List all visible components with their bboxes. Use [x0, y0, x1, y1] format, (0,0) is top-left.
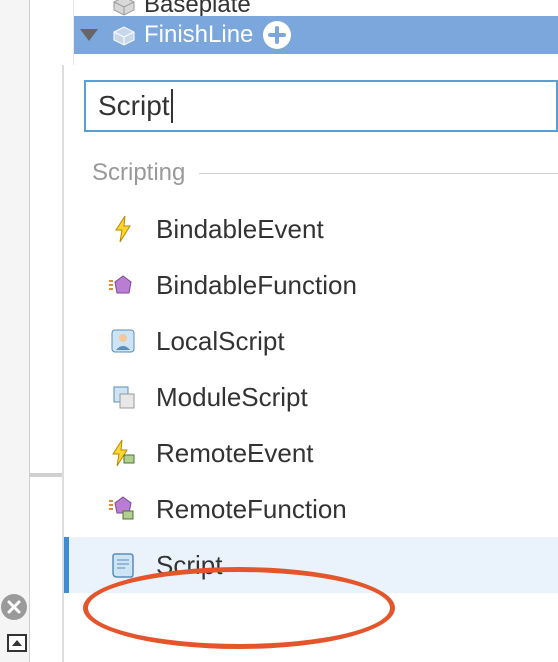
insert-object-popup: Script Scripting BindableEvent BindableF… [62, 65, 558, 662]
person-icon [108, 326, 138, 356]
remote-gem-icon [108, 494, 138, 524]
item-bindableevent[interactable]: BindableEvent [64, 201, 558, 257]
part-icon [112, 25, 136, 45]
item-label: BindableFunction [156, 270, 357, 301]
lightning-icon [108, 214, 138, 244]
item-label: LocalScript [156, 326, 285, 357]
tree-item-finishline[interactable]: FinishLine [74, 16, 558, 54]
item-remoteevent[interactable]: RemoteEvent [64, 425, 558, 481]
item-bindablefunction[interactable]: BindableFunction [64, 257, 558, 313]
text-cursor [171, 89, 173, 123]
close-icon[interactable] [1, 594, 27, 620]
item-label: Script [156, 550, 222, 581]
gem-icon [108, 270, 138, 300]
item-label: BindableEvent [156, 214, 324, 245]
category-header: Scripting [64, 147, 558, 201]
item-modulescript[interactable]: ModuleScript [64, 369, 558, 425]
item-label: RemoteEvent [156, 438, 314, 469]
part-icon [112, 0, 136, 15]
add-child-button[interactable] [263, 21, 291, 49]
module-icon [108, 382, 138, 412]
item-localscript[interactable]: LocalScript [64, 313, 558, 369]
tree-item-label: FinishLine [144, 21, 253, 49]
item-script[interactable]: Script [64, 537, 558, 593]
search-value: Script [98, 90, 170, 122]
script-icon [108, 550, 138, 580]
collapse-up-icon[interactable] [7, 634, 27, 652]
item-label: RemoteFunction [156, 494, 347, 525]
remote-lightning-icon [108, 438, 138, 468]
item-label: ModuleScript [156, 382, 308, 413]
divider-line [199, 173, 558, 174]
item-remotefunction[interactable]: RemoteFunction [64, 481, 558, 537]
category-label: Scripting [92, 159, 185, 187]
expand-arrow-icon[interactable] [80, 29, 98, 41]
search-input[interactable]: Script [84, 80, 558, 132]
left-gutter [0, 0, 30, 662]
